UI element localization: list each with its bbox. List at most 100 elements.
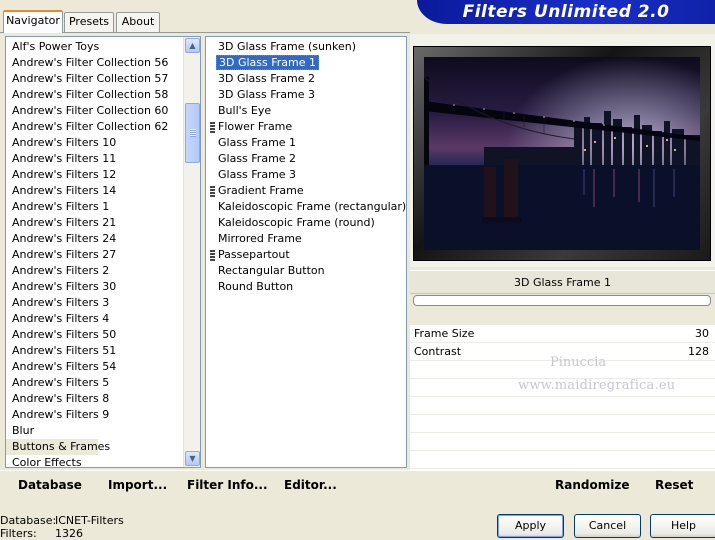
watermark-url: www.maidiregrafica.eu (518, 378, 676, 393)
category-item[interactable]: Andrew's Filter Collection 57 (6, 71, 182, 87)
category-item[interactable]: Andrew's Filters 51 (6, 343, 182, 359)
city-bridge-image (424, 57, 700, 250)
filter-item[interactable]: Rectangular Button (206, 263, 325, 279)
tab-about[interactable]: About (116, 12, 160, 32)
category-item[interactable]: Andrew's Filters 50 (6, 327, 182, 343)
filter-item[interactable]: 3D Glass Frame 1 (206, 55, 320, 71)
category-item[interactable]: Andrew's Filters 14 (6, 183, 182, 199)
app-title: Filters Unlimited 2.0 (462, 2, 670, 22)
thumb-grip-icon (190, 129, 196, 137)
filter-item-label: Kaleidoscopic Frame (round) (218, 216, 375, 229)
category-item[interactable]: Andrew's Filters 54 (6, 359, 182, 375)
category-item[interactable]: Andrew's Filters 11 (6, 151, 182, 167)
filter-info-button[interactable]: Filter Info... (187, 478, 268, 492)
apply-button[interactable]: Apply (497, 514, 564, 538)
filter-name-label: 3D Glass Frame 1 (410, 270, 715, 294)
filter-item-label: Flower Frame (218, 120, 293, 133)
category-item[interactable]: Andrew's Filters 27 (6, 247, 182, 263)
filter-item[interactable]: Kaleidoscopic Frame (rectangular) (206, 199, 406, 215)
category-item[interactable]: Andrew's Filters 4 (6, 311, 182, 327)
filter-item-label: Glass Frame 2 (218, 152, 297, 165)
randomize-button[interactable]: Randomize (555, 478, 629, 492)
filter-list[interactable]: 3D Glass Frame (sunken) 3D Glass Frame 1 3… (205, 36, 407, 468)
preview-image (424, 57, 700, 250)
parameter-row (410, 415, 715, 433)
reset-button[interactable]: Reset (655, 478, 693, 492)
filter-item[interactable]: Glass Frame 3 (206, 167, 296, 183)
parameter-name: Frame Size (414, 327, 475, 340)
database-status-value: ICNET-Filters (55, 514, 124, 527)
divider (0, 470, 715, 471)
scroll-down-icon[interactable]: ▼ (185, 451, 200, 466)
parameter-row (410, 433, 715, 451)
editor-grip-icon (210, 122, 215, 133)
parameter-row[interactable]: Frame Size 30 (410, 325, 715, 343)
category-item[interactable]: Andrew's Filters 24 (6, 231, 182, 247)
filter-item[interactable]: Mirrored Frame (206, 231, 302, 247)
title-banner: Filters Unlimited 2.0 (417, 0, 715, 24)
parameter-panel: Frame Size 30 Contrast 128 (410, 325, 715, 470)
category-item[interactable]: Andrew's Filter Collection 56 (6, 55, 182, 71)
filters-count-value: 1326 (55, 527, 83, 540)
category-scrollbar[interactable]: ▲ ▼ (183, 37, 200, 467)
filters-count-label: Filters: (0, 527, 37, 540)
filter-item[interactable]: Flower Frame (206, 119, 292, 135)
category-item[interactable]: Andrew's Filters 12 (6, 167, 182, 183)
category-item[interactable]: Andrew's Filters 3 (6, 295, 182, 311)
filter-item-label: Rectangular Button (218, 264, 325, 277)
parameter-row (410, 397, 715, 415)
filter-item[interactable]: 3D Glass Frame 2 (206, 71, 315, 87)
parameter-name: Contrast (414, 345, 462, 358)
filter-item-label: Gradient Frame (218, 184, 304, 197)
parameter-value: 128 (688, 345, 709, 358)
filter-item-label: 3D Glass Frame 1 (216, 55, 320, 70)
filter-item-label: Round Button (218, 280, 294, 293)
filter-item-label: Glass Frame 3 (218, 168, 297, 181)
category-item[interactable]: Andrew's Filters 10 (6, 135, 182, 151)
category-item[interactable]: Andrew's Filters 1 (6, 199, 182, 215)
category-item[interactable]: Alf's Power Toys (6, 39, 182, 55)
import-button[interactable]: Import... (108, 478, 167, 492)
category-item[interactable]: Andrew's Filter Collection 60 (6, 103, 182, 119)
category-item[interactable]: Blur (6, 423, 182, 439)
tab-presets[interactable]: Presets (64, 12, 114, 32)
filter-item-label: Bull's Eye (218, 104, 272, 117)
category-item[interactable]: Andrew's Filters 8 (6, 391, 182, 407)
filter-item-label: Glass Frame 1 (218, 136, 297, 149)
editor-button[interactable]: Editor... (284, 478, 337, 492)
filter-item[interactable]: Kaleidoscopic Frame (round) (206, 215, 375, 231)
filter-item-label: 3D Glass Frame 3 (218, 88, 316, 101)
cancel-button[interactable]: Cancel (574, 514, 641, 538)
progress-bar (413, 295, 711, 306)
category-item[interactable]: Andrew's Filters 5 (6, 375, 182, 391)
filter-item[interactable]: Passepartout (206, 247, 290, 263)
editor-grip-icon (210, 186, 215, 197)
filter-item[interactable]: 3D Glass Frame (sunken) (206, 39, 356, 55)
category-item[interactable]: Andrew's Filter Collection 62 (6, 119, 182, 135)
filter-item[interactable]: Bull's Eye (206, 103, 271, 119)
category-item[interactable]: Buttons & Frames (6, 439, 110, 455)
filter-item-label: Passepartout (218, 248, 290, 261)
category-item[interactable]: Andrew's Filter Collection 58 (6, 87, 182, 103)
scroll-thumb[interactable] (185, 103, 200, 163)
filter-item[interactable]: Gradient Frame (206, 183, 304, 199)
database-status-label: Database: (0, 514, 57, 527)
category-item[interactable]: Andrew's Filters 30 (6, 279, 182, 295)
scroll-up-icon[interactable]: ▲ (185, 38, 200, 53)
filter-item[interactable]: Glass Frame 1 (206, 135, 296, 151)
category-item[interactable]: Andrew's Filters 2 (6, 263, 182, 279)
filter-item[interactable]: Round Button (206, 279, 293, 295)
category-item[interactable]: Andrew's Filters 21 (6, 215, 182, 231)
preview-frame (413, 46, 711, 261)
category-item[interactable]: Andrew's Filters 9 (6, 407, 182, 423)
filter-item[interactable]: Glass Frame 2 (206, 151, 296, 167)
filter-item[interactable]: 3D Glass Frame 3 (206, 87, 315, 103)
category-list[interactable]: Alf's Power Toys Andrew's Filter Collecti… (5, 36, 201, 468)
filter-item-label: 3D Glass Frame (sunken) (218, 40, 356, 53)
parameter-value: 30 (695, 327, 709, 340)
filter-item-label: Kaleidoscopic Frame (rectangular) (218, 200, 407, 213)
database-button[interactable]: Database (18, 478, 82, 492)
tab-navigator[interactable]: Navigator (3, 10, 63, 33)
help-button[interactable]: Help (650, 514, 715, 538)
category-item[interactable]: Color Effects (6, 455, 182, 467)
